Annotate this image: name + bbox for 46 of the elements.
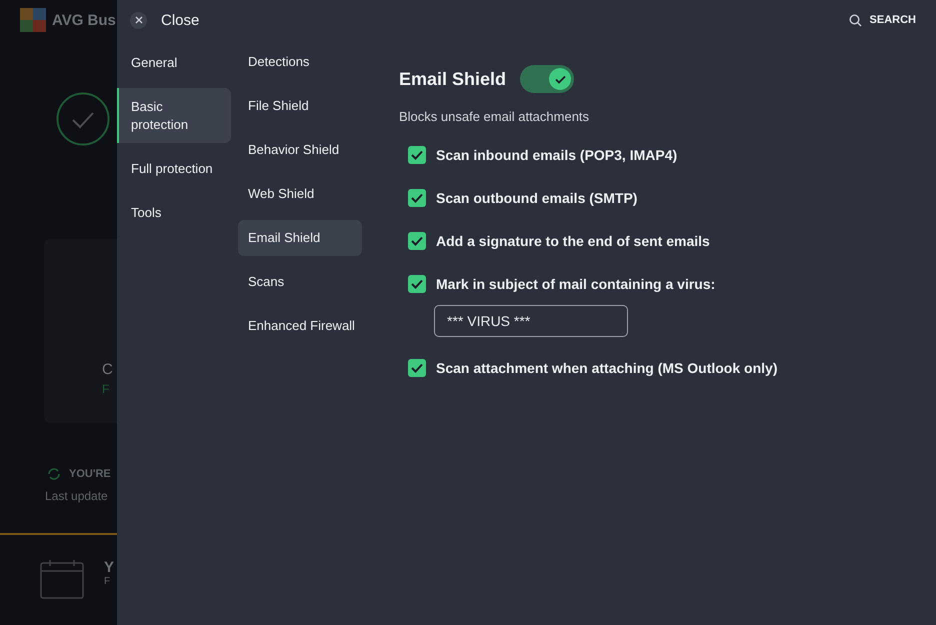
section-item[interactable]: Behavior Shield <box>238 132 362 168</box>
footer-subtitle: F <box>104 576 112 587</box>
checkbox[interactable] <box>408 232 426 250</box>
footer-title: Y <box>104 559 114 576</box>
update-status: YOU'RE <box>69 468 111 480</box>
last-updated: Last update <box>45 489 109 503</box>
section-title: Email Shield <box>399 68 506 90</box>
option-label: Mark in subject of mail containing a virus: <box>436 276 716 292</box>
search-icon <box>848 14 862 26</box>
category-item[interactable]: Tools <box>117 194 231 231</box>
search-button[interactable]: SEARCH <box>848 14 916 26</box>
check-icon <box>411 193 423 203</box>
close-button[interactable]: Close <box>130 12 200 28</box>
section-description: Blocks unsafe email attachments <box>399 109 590 124</box>
checkbox[interactable] <box>408 275 426 293</box>
logo-icon <box>20 8 46 32</box>
category-item[interactable]: General <box>117 44 231 81</box>
check-icon <box>411 236 423 246</box>
check-icon <box>411 279 423 289</box>
input-field[interactable]: *** VIRUS *** <box>434 305 628 337</box>
refresh-icon <box>47 467 61 481</box>
brand-name: AVG Bus <box>52 12 116 28</box>
toggle-switch[interactable] <box>520 65 574 93</box>
check-icon <box>411 150 423 160</box>
section-item[interactable]: Detections <box>238 44 362 80</box>
close-icon <box>134 16 142 24</box>
section-item[interactable]: Email Shield <box>238 220 362 256</box>
check-circle-icon <box>56 92 110 146</box>
check-icon <box>411 363 423 373</box>
check-icon <box>554 74 566 84</box>
section-item[interactable]: Scans <box>238 264 362 300</box>
option-label: Scan attachment when attaching (MS Outlook only) <box>436 360 778 376</box>
card-subtitle: F <box>102 382 110 396</box>
category-item[interactable]: Full protection <box>117 150 231 187</box>
checkbox[interactable] <box>408 189 426 207</box>
option-label: Scan outbound emails (SMTP) <box>436 190 638 206</box>
section-item[interactable]: Enhanced Firewall <box>238 308 362 344</box>
option-label: Scan inbound emails (POP3, IMAP4) <box>436 147 678 163</box>
checkbox[interactable] <box>408 359 426 377</box>
checkbox[interactable] <box>408 146 426 164</box>
section-item[interactable]: File Shield <box>238 88 362 124</box>
calendar-icon <box>40 559 84 599</box>
card-title: C <box>102 361 114 378</box>
option-label: Add a signature to the end of sent emails <box>436 233 710 249</box>
category-item[interactable]: Basic protection <box>117 88 231 143</box>
section-item[interactable]: Web Shield <box>238 176 362 212</box>
